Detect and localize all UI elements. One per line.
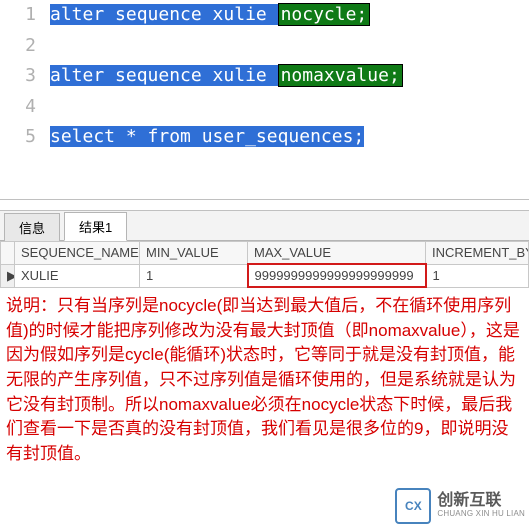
table-header-row: SEQUENCE_NAME MIN_VALUE MAX_VALUE INCREM… <box>1 242 529 265</box>
result-grid[interactable]: SEQUENCE_NAME MIN_VALUE MAX_VALUE INCREM… <box>0 241 529 288</box>
cell-max-value[interactable]: 9999999999999999999999 <box>248 264 426 287</box>
line-number: 4 <box>0 92 46 123</box>
code-line: 2 <box>0 31 529 62</box>
watermark-brand-cn: 创新互联 <box>437 493 525 509</box>
code-text <box>46 31 529 62</box>
line-number: 5 <box>0 122 46 153</box>
line-number: 1 <box>0 0 46 31</box>
code-line: 1 alter sequence xulie nocycle; <box>0 0 529 31</box>
keyword-nomaxvalue: nomaxvalue; <box>278 64 403 87</box>
code-line: 4 <box>0 92 529 123</box>
watermark: CX 创新互联 CHUANG XIN HU LIAN <box>395 488 525 524</box>
cell-sequence-name[interactable]: XULIE <box>15 264 140 287</box>
explanation-text: 说明：只有当序列是nocycle(即当达到最大值后，不在循环使用序列值)的时候才… <box>0 288 529 466</box>
result-tabstrip: 信息 结果1 <box>0 210 529 241</box>
table-row[interactable]: ▶ XULIE 1 9999999999999999999999 1 <box>1 264 529 287</box>
cell-increment-by[interactable]: 1 <box>426 264 529 287</box>
col-sequence-name[interactable]: SEQUENCE_NAME <box>15 242 140 265</box>
watermark-brand-en: CHUANG XIN HU LIAN <box>437 509 525 519</box>
col-max-value[interactable]: MAX_VALUE <box>248 242 426 265</box>
code-line: 3 alter sequence xulie nomaxvalue; <box>0 61 529 92</box>
col-min-value[interactable]: MIN_VALUE <box>140 242 248 265</box>
col-increment-by[interactable]: INCREMENT_BY <box>426 242 529 265</box>
keyword-nocycle: nocycle; <box>278 3 371 26</box>
line-number: 2 <box>0 31 46 62</box>
tab-info[interactable]: 信息 <box>4 213 60 241</box>
code-line: 5 select * from user_sequences; <box>0 122 529 153</box>
code-text: select * from user_sequences; <box>50 126 364 147</box>
row-marker-header <box>1 242 15 265</box>
line-number: 3 <box>0 61 46 92</box>
code-editor[interactable]: 1 alter sequence xulie nocycle; 2 3 alte… <box>0 0 529 200</box>
tab-result1[interactable]: 结果1 <box>64 212 127 241</box>
code-text <box>46 92 529 123</box>
watermark-logo-icon: CX <box>395 488 431 524</box>
cell-min-value[interactable]: 1 <box>140 264 248 287</box>
code-text: alter sequence xulie <box>50 4 278 25</box>
row-marker-icon: ▶ <box>1 264 15 287</box>
code-text: alter sequence xulie <box>50 65 278 86</box>
